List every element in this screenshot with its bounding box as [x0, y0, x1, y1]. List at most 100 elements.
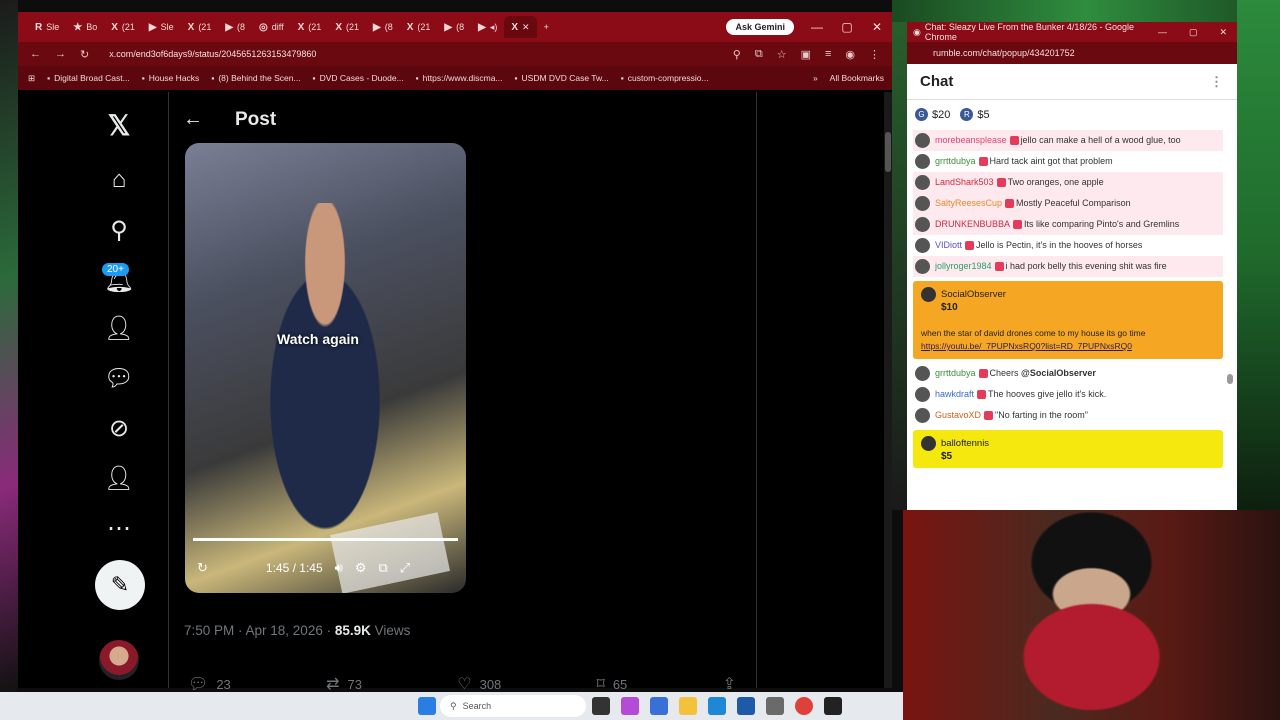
- apps-icon[interactable]: ⊞: [28, 73, 35, 84]
- file-explorer-icon[interactable]: [679, 697, 697, 715]
- replay-icon[interactable]: ↻: [197, 560, 208, 576]
- browser-tab[interactable]: R Sle: [28, 16, 66, 38]
- app-icon[interactable]: [766, 697, 784, 715]
- windows-start-icon[interactable]: [418, 697, 436, 715]
- chat-username[interactable]: jollyroger1984: [935, 261, 992, 271]
- avatar[interactable]: [915, 133, 930, 148]
- scrollbar[interactable]: [884, 92, 892, 688]
- video-player[interactable]: Watch again ↻ 1:45 / 1:45 🔊︎ ⚙ ⧉ ⤢: [185, 143, 466, 593]
- chat-username[interactable]: morebeansplease: [935, 135, 1007, 145]
- chat-scrollbar[interactable]: [1227, 134, 1233, 504]
- grok-icon[interactable]: ⊘: [94, 408, 144, 448]
- repost-button[interactable]: ⇄ 73: [326, 674, 362, 694]
- task-view-icon[interactable]: [592, 697, 610, 715]
- new-tab-button[interactable]: +: [537, 16, 556, 38]
- split-icon[interactable]: ▣: [801, 48, 811, 61]
- chat-username[interactable]: SocialObserver: [941, 289, 1006, 300]
- rant-pin[interactable]: R $5: [960, 108, 990, 121]
- bookmark-item[interactable]: ▪ House Hacks: [142, 73, 200, 83]
- chrome-icon[interactable]: [795, 697, 813, 715]
- share-button[interactable]: ⇪: [723, 674, 736, 694]
- chat-link[interactable]: https://youtu.be/_7PUPNxsRQ0?list=RD_7PU…: [921, 341, 1132, 351]
- star-icon[interactable]: ☆: [777, 48, 787, 61]
- media-icon[interactable]: ≡: [825, 48, 831, 61]
- follow-icon[interactable]: 👤︎: [94, 308, 144, 348]
- bookmark-item[interactable]: ▪ custom-compressio...: [621, 73, 709, 83]
- browser-tab[interactable]: ★ Bo: [66, 16, 104, 38]
- store-icon[interactable]: [737, 697, 755, 715]
- browser-tab[interactable]: ▶ (8: [218, 16, 252, 38]
- profile-icon[interactable]: 👤︎: [94, 458, 144, 498]
- bookmark-item[interactable]: ▪ DVD Cases - Duode...: [313, 73, 404, 83]
- avatar[interactable]: [915, 238, 930, 253]
- avatar[interactable]: [921, 436, 936, 451]
- avatar[interactable]: [921, 287, 936, 302]
- minimize-icon[interactable]: —: [802, 20, 832, 34]
- bookmark-item[interactable]: ▪ (8) Behind the Scen...: [211, 73, 300, 83]
- browser-tab[interactable]: ▶ Sle: [142, 16, 181, 38]
- volume-icon[interactable]: 🔊︎: [335, 560, 343, 576]
- avatar[interactable]: [915, 366, 930, 381]
- edge-icon[interactable]: [708, 697, 726, 715]
- install-icon[interactable]: ⧉: [755, 48, 763, 61]
- url-field[interactable]: x.com/end3of6days9/status/20456512631534…: [109, 49, 316, 59]
- ask-gemini-button[interactable]: Ask Gemini: [726, 19, 794, 35]
- maximize-icon[interactable]: ▢: [1189, 27, 1198, 38]
- minimize-icon[interactable]: —: [1158, 27, 1167, 38]
- browser-tab[interactable]: X (21: [104, 16, 142, 38]
- like-button[interactable]: ♡ 308: [457, 674, 501, 694]
- more-bookmarks-icon[interactable]: »: [813, 73, 818, 83]
- compose-post-button[interactable]: ✎: [95, 560, 145, 610]
- messages-icon[interactable]: 💬︎: [94, 358, 144, 398]
- watch-again-button[interactable]: Watch again: [277, 331, 359, 347]
- all-bookmarks-button[interactable]: All Bookmarks: [830, 73, 884, 83]
- chat-url[interactable]: rumble.com/chat/popup/434201752: [907, 42, 1237, 64]
- video-progress-bar[interactable]: [193, 538, 458, 541]
- bookmark-item[interactable]: ▪ https://www.discma...: [416, 73, 503, 83]
- back-icon[interactable]: ←: [30, 48, 41, 60]
- zoom-icon[interactable]: ⚲: [733, 48, 741, 61]
- avatar[interactable]: [915, 387, 930, 402]
- chat-username[interactable]: hawkdraft: [935, 389, 974, 399]
- menu-icon[interactable]: ⋮: [869, 48, 880, 61]
- reload-icon[interactable]: ↻: [80, 48, 89, 61]
- avatar[interactable]: [915, 408, 930, 423]
- chat-username[interactable]: VIDiott: [935, 240, 962, 250]
- avatar[interactable]: [915, 196, 930, 211]
- more-icon[interactable]: ⋯: [94, 508, 144, 548]
- chat-username[interactable]: GustavoXD: [935, 410, 981, 420]
- chat-username[interactable]: grrttdubya: [935, 368, 976, 378]
- browser-tab[interactable]: X (21: [291, 16, 329, 38]
- chat-menu-icon[interactable]: ⋮: [1210, 74, 1223, 90]
- chat-mention[interactable]: @SocialObserver: [1021, 368, 1096, 378]
- browser-tab[interactable]: ◎ diff: [252, 16, 291, 38]
- chat-username[interactable]: SaltyReesesCup: [935, 198, 1002, 208]
- post-timestamp[interactable]: 7:50 PM · Apr 18, 2026 ·: [184, 623, 335, 638]
- x-logo-icon[interactable]: 𝕏: [94, 105, 144, 145]
- home-icon[interactable]: ⌂: [94, 160, 144, 200]
- browser-tab[interactable]: X ✕: [504, 16, 537, 38]
- chat-username[interactable]: DRUNKENBUBBA: [935, 219, 1010, 229]
- bookmark-item[interactable]: ▪ USDM DVD Case Tw...: [515, 73, 609, 83]
- forward-icon[interactable]: →: [55, 48, 66, 60]
- browser-tab[interactable]: X (21: [181, 16, 219, 38]
- browser-tab[interactable]: ▶ ◂): [471, 16, 504, 38]
- app-icon[interactable]: [824, 697, 842, 715]
- avatar[interactable]: [915, 154, 930, 169]
- browser-tab[interactable]: X (21: [328, 16, 366, 38]
- search-icon[interactable]: ⚲: [94, 210, 144, 250]
- fullscreen-icon[interactable]: ⤢: [400, 560, 410, 576]
- browser-tab[interactable]: X (21: [400, 16, 438, 38]
- avatar[interactable]: [915, 259, 930, 274]
- back-arrow-icon[interactable]: ←: [183, 108, 203, 131]
- settings-icon[interactable]: ⚙: [355, 560, 367, 576]
- pip-icon[interactable]: ⧉: [378, 560, 387, 576]
- reply-button[interactable]: 💬︎ 23: [188, 674, 231, 694]
- taskbar-search[interactable]: ⚲ Search: [440, 695, 586, 717]
- bookmark-button[interactable]: ⌑ 65: [597, 674, 628, 694]
- chat-username[interactable]: balloftennis: [941, 438, 989, 449]
- close-icon[interactable]: ✕: [862, 20, 892, 34]
- browser-tab[interactable]: ▶ (8: [366, 16, 400, 38]
- maximize-icon[interactable]: ▢: [832, 20, 862, 34]
- chat-username[interactable]: LandShark503: [935, 177, 994, 187]
